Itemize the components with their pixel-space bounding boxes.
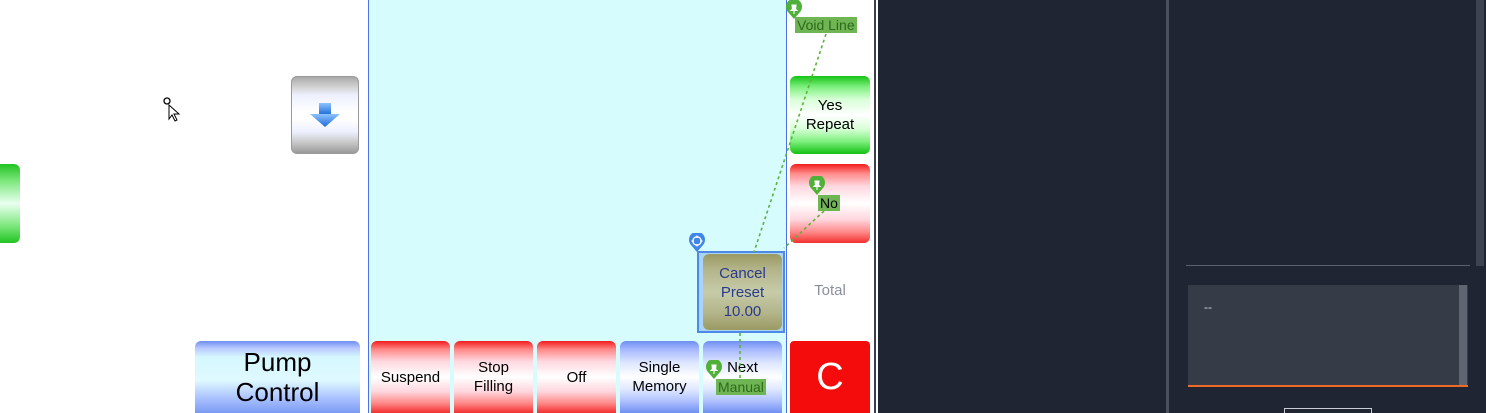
app-canvas: Pump Control Suspend Stop Filling Off Si… xyxy=(0,0,1486,413)
pin-icon xyxy=(809,176,825,195)
annotation-manual: Manual xyxy=(716,379,766,395)
pin-icon xyxy=(706,360,722,379)
target-icon xyxy=(689,233,705,252)
annotation-no: No xyxy=(818,195,840,211)
annotation-connectors xyxy=(739,33,827,378)
annotation-void-line: Void Line xyxy=(795,17,857,33)
